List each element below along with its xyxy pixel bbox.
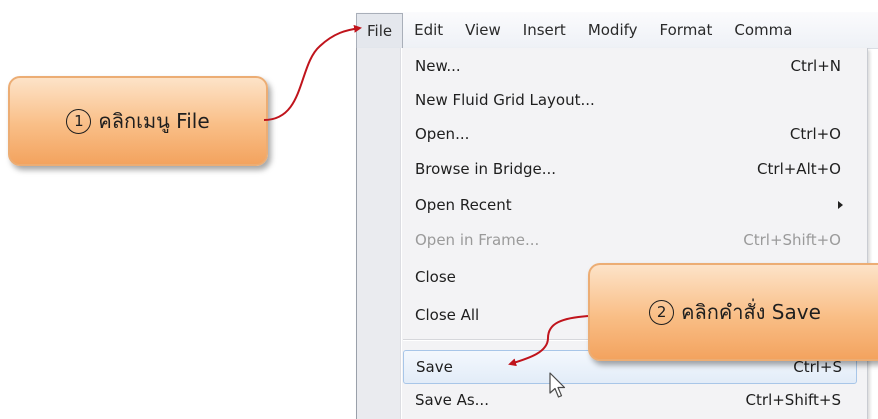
arrow-to-file-menu [263, 24, 362, 121]
mouse-pointer-icon [549, 372, 566, 398]
arrow-to-save-item [508, 315, 589, 367]
annotation-arrows [263, 24, 589, 367]
